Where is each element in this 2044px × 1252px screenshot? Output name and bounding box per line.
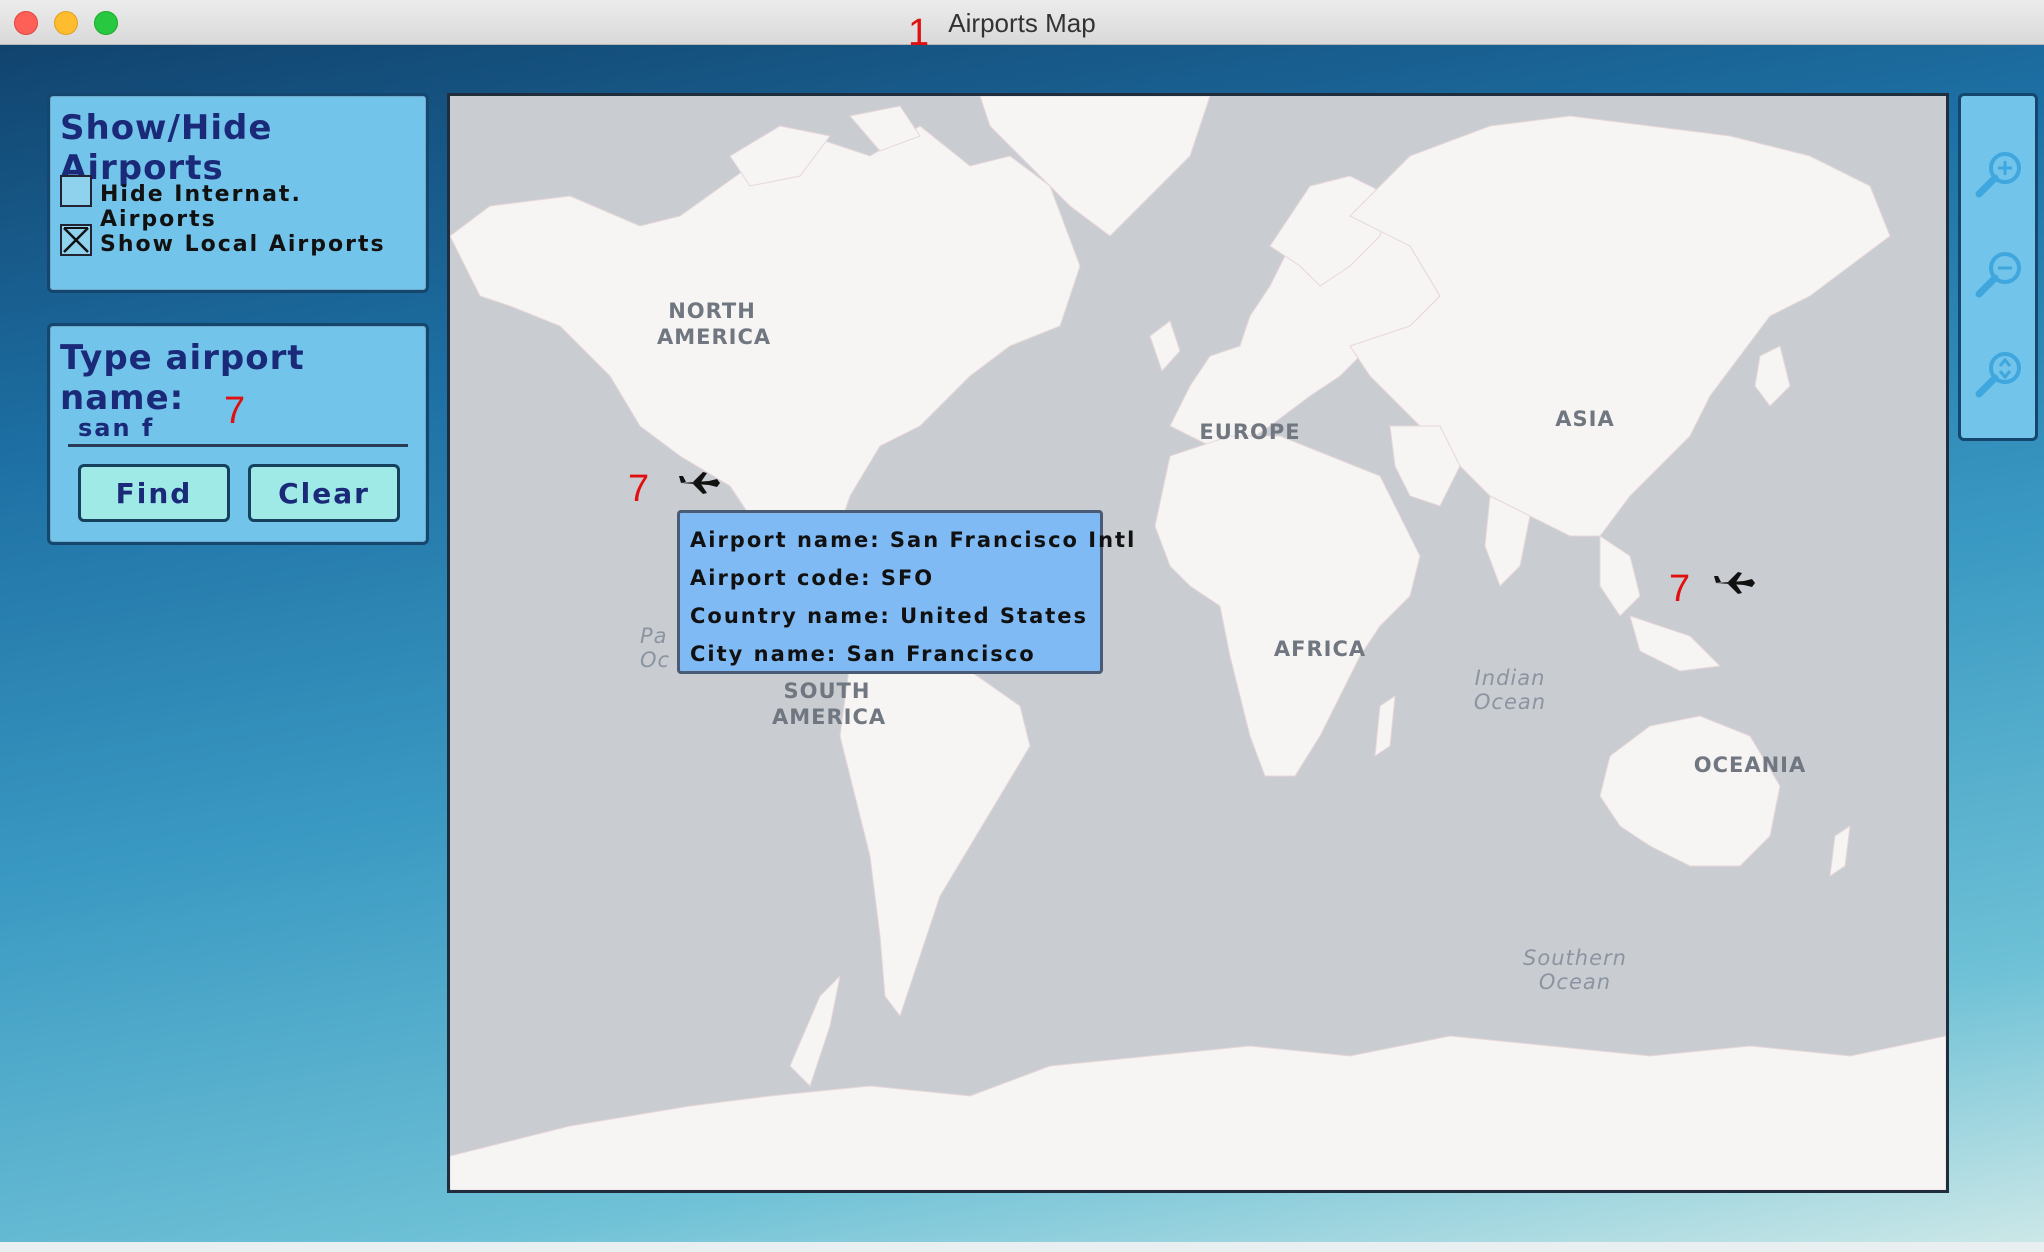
check-x-icon: [63, 227, 89, 253]
annotation-mark: 7: [1669, 568, 1691, 610]
show-hide-panel: Show/Hide Airports Hide Internat. Airpor…: [47, 93, 429, 293]
panel-title: Show/Hide Airports: [60, 108, 273, 188]
status-bar: [0, 1242, 2044, 1252]
region-label-africa: AFRICA: [1273, 637, 1367, 661]
region-label-europe: EUROPE: [1199, 420, 1301, 444]
region-label-south-america: SOUTH AMERICA: [772, 679, 887, 729]
hide-international-label: Hide Internat. Airports: [100, 182, 302, 232]
clear-button[interactable]: Clear: [248, 464, 400, 522]
zoom-reset-icon[interactable]: [1971, 346, 2027, 402]
tooltip-airport-name: Airport name: San Francisco Intl: [690, 528, 1137, 552]
airplane-icon[interactable]: [1714, 571, 1756, 595]
show-local-checkbox[interactable]: [60, 224, 92, 256]
airplane-icon[interactable]: [679, 471, 721, 495]
window-title: Airports Map: [948, 8, 1096, 38]
input-underline: [68, 444, 408, 447]
region-label-asia: ASIA: [1555, 407, 1615, 431]
region-label-north-america: NORTH AMERICA: [657, 299, 772, 349]
zoom-in-icon[interactable]: [1971, 146, 2027, 202]
zoom-controls-panel: [1958, 93, 2038, 441]
world-map[interactable]: NORTH AMERICA SOUTH AMERICA EUROPE ASIA …: [447, 93, 1949, 1193]
tooltip-city-name: City name: San Francisco: [690, 642, 1036, 666]
hide-international-checkbox[interactable]: [60, 175, 92, 207]
zoom-out-icon[interactable]: [1971, 246, 2027, 302]
annotation-mark: 1: [908, 12, 930, 54]
airport-tooltip: Airport name: San Francisco Intl Airport…: [677, 510, 1137, 674]
annotation-mark: 7: [224, 390, 246, 432]
show-local-label: Show Local Airports: [100, 232, 386, 257]
airport-name-input[interactable]: san f: [78, 414, 154, 442]
window-titlebar: Airports Map: [0, 0, 2044, 45]
tooltip-country-name: Country name: United States: [690, 604, 1089, 628]
ocean-label-indian: Indian Ocean: [1473, 666, 1547, 714]
region-label-oceania: OCEANIA: [1693, 753, 1807, 777]
search-panel: Type airport name: san f Find Clear: [47, 323, 429, 545]
tooltip-airport-code: Airport code: SFO: [690, 566, 935, 590]
ocean-label-southern: Southern Ocean: [1523, 946, 1627, 994]
find-button[interactable]: Find: [78, 464, 230, 522]
annotation-mark: 7: [628, 468, 650, 510]
